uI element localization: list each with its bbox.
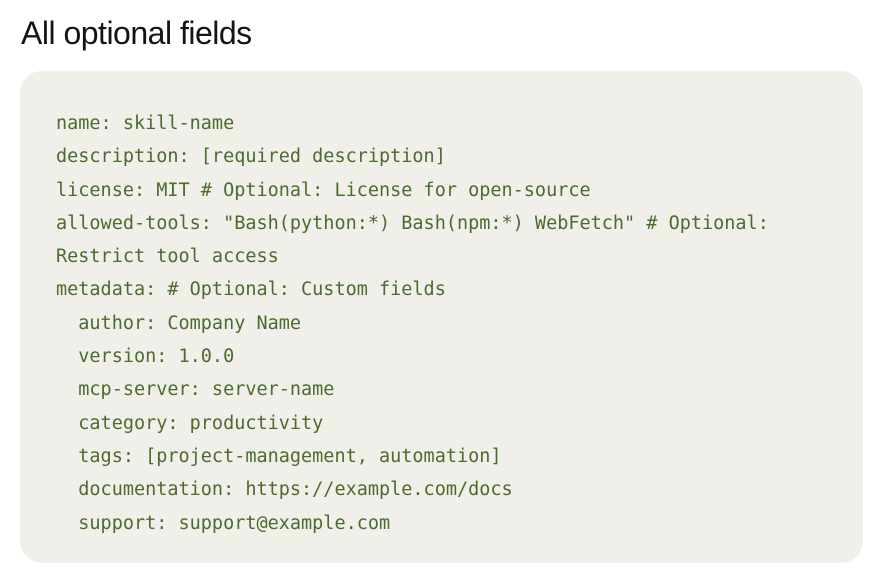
code-line: allowed-tools: "Bash(python:*) Bash(npm:… [56,212,769,234]
code-line: Restrict tool access [56,246,279,268]
code-line: mcp-server: server-name [56,379,335,401]
code-block: name: skill-name description: [required … [20,71,863,563]
section-heading: All optional fields [21,15,252,51]
code-line: version: 1.0.0 [56,346,235,368]
code-line: name: skill-name [56,113,235,134]
code-line: description: [required description] [56,146,446,168]
code-line: author: Company Name [56,312,302,334]
code-line: documentation: https://example.com/docs [56,479,513,501]
code-line: category: productivity [56,412,324,434]
code-line: tags: [project-management, automation] [56,445,502,467]
code-line: license: MIT # Optional: License for ope… [56,179,591,201]
code-line: support: support@example.com [56,512,391,534]
code-line: metadata: # Optional: Custom fields [56,279,446,301]
